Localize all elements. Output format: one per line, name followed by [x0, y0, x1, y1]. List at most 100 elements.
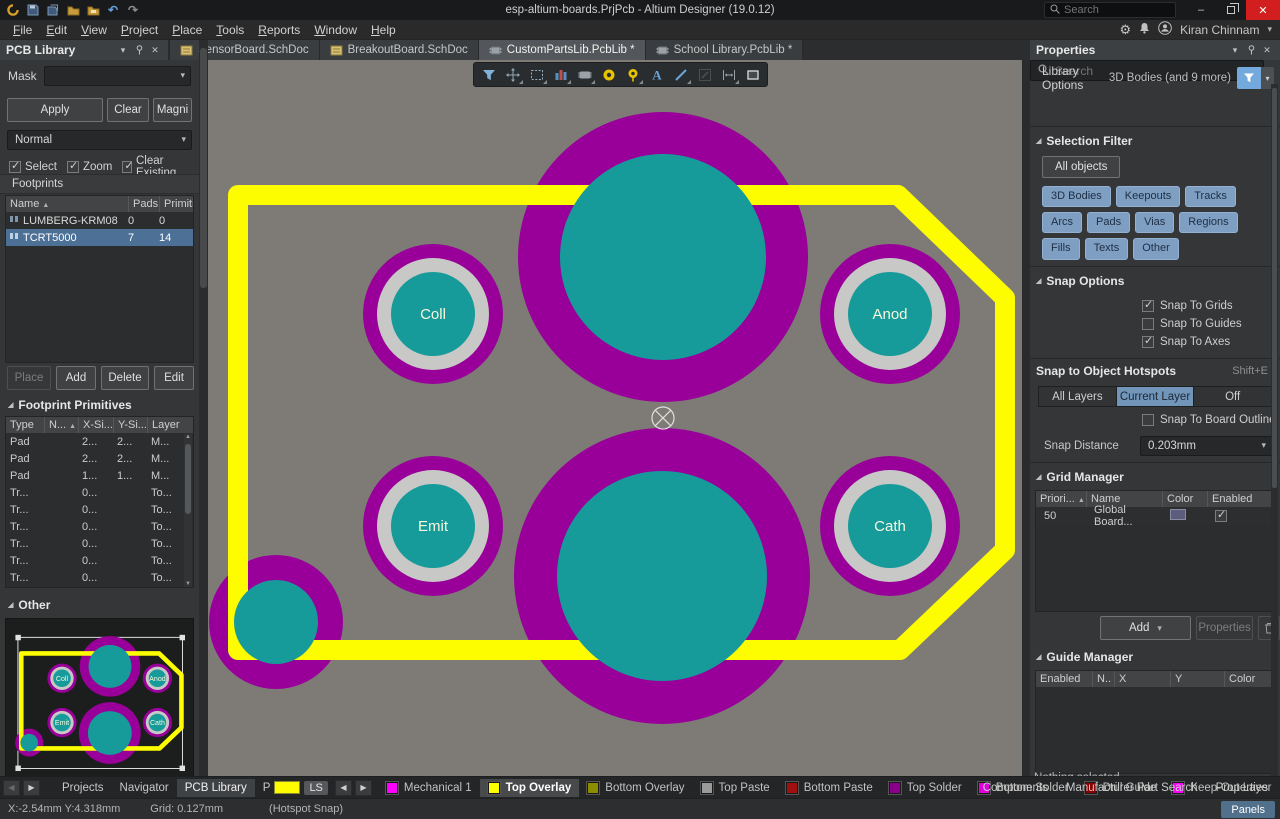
user-name[interactable]: Kiran Chinnam — [1180, 23, 1259, 37]
text-tool-icon[interactable]: A — [645, 64, 668, 85]
doc-tab-breakoutboard[interactable]: BreakoutBoard.SchDoc — [320, 40, 479, 60]
snap-options-header[interactable]: ◢ Snap Options — [1030, 274, 1280, 288]
snap-distance-dropdown[interactable]: 0.203mm — [1140, 436, 1272, 456]
filter-chip-tracks[interactable]: Tracks — [1185, 186, 1236, 207]
layer-tab-bottom-paste[interactable]: Bottom Paste — [778, 779, 881, 797]
menu-help[interactable]: Help — [364, 21, 403, 39]
clear-button[interactable]: Clear — [107, 98, 149, 122]
zoom-checkbox[interactable]: Zoom — [67, 161, 112, 173]
close-icon[interactable]: ✕ — [1260, 45, 1274, 56]
left-panel-scrollbar[interactable] — [199, 40, 208, 776]
filter-chip-texts[interactable]: Texts — [1085, 238, 1129, 259]
segment-current-layer[interactable]: Current Layer — [1116, 387, 1194, 406]
apply-button[interactable]: Apply — [7, 98, 103, 122]
add-button[interactable]: Add — [56, 366, 96, 390]
footprint-primitives-header[interactable]: ◢ Footprint Primitives — [0, 398, 199, 412]
filter-funnel-icon[interactable] — [1237, 67, 1261, 89]
guide-manager-header[interactable]: ◢ Guide Manager — [1030, 650, 1280, 664]
filter-chip-regions[interactable]: Regions — [1179, 212, 1237, 233]
list-mode-dropdown[interactable]: Normal — [7, 130, 192, 150]
menu-window[interactable]: Window — [307, 21, 364, 39]
layer-tab-top-solder[interactable]: Top Solder — [881, 779, 970, 797]
snap-to-grids-checkbox[interactable]: Snap To Grids — [1142, 300, 1280, 312]
layer-tab-bottom-overlay[interactable]: Bottom Overlay — [579, 779, 692, 797]
user-avatar-icon[interactable] — [1158, 21, 1172, 38]
col-primitives[interactable]: Primiti... — [159, 196, 193, 212]
settings-gear-icon[interactable]: ⚙ — [1119, 22, 1131, 38]
delete-button[interactable]: Delete — [101, 366, 149, 390]
grid-manager-header[interactable]: ◢ Grid Manager — [1030, 470, 1280, 484]
panel-tab-pcb-library[interactable]: PCB Library — [177, 779, 255, 797]
undo-icon[interactable]: ↶ — [106, 3, 120, 17]
component-tool-icon[interactable] — [573, 64, 596, 85]
guide-table-header[interactable]: Enabled N.. X Y Color — [1036, 671, 1274, 687]
pad-tool-icon[interactable] — [597, 64, 620, 85]
primitive-row[interactable]: Pad2...2...M... — [6, 433, 193, 450]
close-button[interactable]: ✕ — [1246, 0, 1280, 20]
pin-icon[interactable] — [1244, 45, 1258, 55]
filter-chip-fills[interactable]: Fills — [1042, 238, 1080, 259]
edit-button[interactable]: Edit — [154, 366, 194, 390]
col-type[interactable]: Type — [6, 417, 44, 433]
filter-chip-other[interactable]: Other — [1133, 238, 1179, 259]
scroll-up-icon[interactable]: ▲ — [184, 434, 192, 440]
dimension-tool-icon[interactable] — [717, 64, 740, 85]
col-layer[interactable]: Layer — [147, 417, 193, 433]
primitive-row[interactable]: Pad1...1...M... — [6, 467, 193, 484]
segment-all-layers[interactable]: All Layers — [1039, 387, 1116, 406]
col-xsize[interactable]: X-Si... — [78, 417, 113, 433]
select-checkbox[interactable]: Select — [9, 161, 57, 173]
filter-chip-pads[interactable]: Pads — [1087, 212, 1130, 233]
primitive-row[interactable]: Pad2...2...M... — [6, 450, 193, 467]
all-objects-button[interactable]: All objects — [1042, 156, 1120, 178]
primitive-row[interactable]: Tr...0...To... — [6, 535, 193, 552]
scrollbar-thumb[interactable] — [185, 444, 191, 514]
grid-enabled-checkbox[interactable] — [1215, 510, 1227, 522]
layer-tab-top-paste[interactable]: Top Paste — [693, 779, 778, 797]
menu-view[interactable]: View — [74, 21, 114, 39]
footprint-drawing[interactable]: Coll Anod Emit Cath — [208, 60, 1022, 776]
primitive-row[interactable]: Tr...0...To... — [6, 552, 193, 569]
panel-tab-properties[interactable]: Properties — [1208, 779, 1276, 797]
magnify-button[interactable]: Magni — [153, 98, 192, 122]
menu-edit[interactable]: Edit — [39, 21, 74, 39]
properties-scrollbar[interactable] — [1271, 84, 1278, 776]
primitive-row[interactable]: Tr...0...To... — [6, 569, 193, 586]
grid-color-swatch[interactable] — [1170, 509, 1186, 520]
filter-chip-arcs[interactable]: Arcs — [1042, 212, 1082, 233]
footprint-row-lumberg[interactable]: LUMBERG-KRM08 0 0 — [6, 212, 193, 229]
pcb-editor-canvas[interactable]: Coll Anod Emit Cath A — [208, 60, 1022, 776]
filter-chip-3d-bodies[interactable]: 3D Bodies — [1042, 186, 1111, 207]
panel-menu-icon[interactable]: ▾ — [116, 45, 130, 56]
snap-to-axes-checkbox[interactable]: Snap To Axes — [1142, 336, 1280, 348]
layer-tab-mechanical-1[interactable]: Mechanical 1 — [378, 779, 480, 797]
panel-tab-projects[interactable]: Projects — [54, 779, 112, 797]
menu-reports[interactable]: Reports — [251, 21, 307, 39]
save-all-icon[interactable] — [46, 3, 60, 17]
doc-tab-custompartslib[interactable]: CustomPartsLib.PcbLib * — [479, 40, 646, 60]
segment-off[interactable]: Off — [1193, 387, 1271, 406]
menu-place[interactable]: Place — [165, 21, 209, 39]
minimize-button[interactable]: – — [1186, 0, 1216, 20]
open-folder-icon[interactable] — [66, 3, 80, 17]
footprint-row-tcrt5000[interactable]: TCRT5000 7 14 — [6, 229, 193, 246]
filter-chip-keepouts[interactable]: Keepouts — [1116, 186, 1180, 207]
save-icon[interactable] — [26, 3, 40, 17]
col-ysize[interactable]: Y-Si... — [113, 417, 147, 433]
snap-to-guides-checkbox[interactable]: Snap To Guides — [1142, 318, 1280, 330]
menu-project[interactable]: Project — [114, 21, 165, 39]
select-area-tool-icon[interactable] — [525, 64, 548, 85]
line-tool-icon[interactable] — [669, 64, 692, 85]
panels-button[interactable]: Panels — [1221, 801, 1275, 818]
tabs-scroll-left-icon[interactable]: ◀ — [3, 780, 20, 796]
snap-to-board-outline-checkbox[interactable]: Snap To Board Outline — [1142, 414, 1280, 426]
menu-tools[interactable]: Tools — [209, 21, 251, 39]
notifications-bell-icon[interactable] — [1139, 22, 1150, 37]
panel-tab-components[interactable]: Components — [975, 779, 1056, 797]
scrollbar-thumb[interactable] — [200, 48, 207, 288]
layer-stack-tool-icon[interactable] — [549, 64, 572, 85]
close-icon[interactable]: ✕ — [148, 45, 162, 56]
pin-icon[interactable] — [132, 45, 146, 55]
layers-scroll-left-icon[interactable]: ◀ — [335, 780, 352, 796]
panel-menu-icon[interactable]: ▾ — [1228, 45, 1242, 56]
